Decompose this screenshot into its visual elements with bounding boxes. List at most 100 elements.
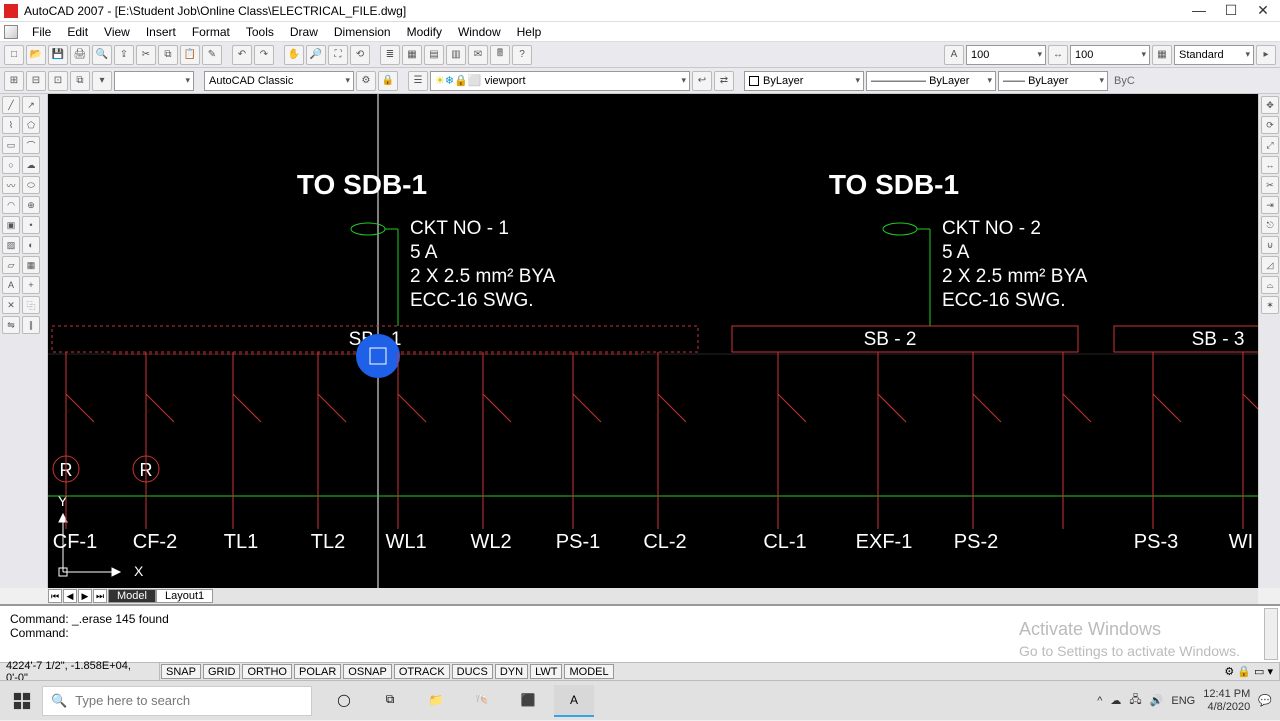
ws4-icon[interactable]: ⧉ xyxy=(70,71,90,91)
scale-icon[interactable]: ⤢ xyxy=(1261,136,1279,154)
tab-layout1[interactable]: Layout1 xyxy=(156,589,213,603)
trim-icon[interactable]: ✂ xyxy=(1261,176,1279,194)
menu-view[interactable]: View xyxy=(96,23,138,41)
publish-icon[interactable]: ⇪ xyxy=(114,45,134,65)
toggle-ortho[interactable]: ORTHO xyxy=(242,664,292,679)
dimstyle-combo[interactable]: Standard xyxy=(1174,45,1254,65)
toggle-polar[interactable]: POLAR xyxy=(294,664,341,679)
tab-first-icon[interactable]: ⏮ xyxy=(48,589,62,603)
tray-up-icon[interactable]: ^ xyxy=(1097,695,1102,707)
menu-insert[interactable]: Insert xyxy=(138,23,184,41)
toggle-model[interactable]: MODEL xyxy=(564,664,613,679)
menu-draw[interactable]: Draw xyxy=(282,23,326,41)
task-app1-icon[interactable]: 🐚 xyxy=(462,685,502,717)
ws-lock-icon[interactable]: 🔒 xyxy=(378,71,398,91)
undo-icon[interactable]: ↶ xyxy=(232,45,252,65)
line-icon[interactable]: ╱ xyxy=(2,96,20,114)
menu-edit[interactable]: Edit xyxy=(59,23,96,41)
menu-help[interactable]: Help xyxy=(509,23,550,41)
ws3-icon[interactable]: ⊡ xyxy=(48,71,68,91)
tab-next-icon[interactable]: ▶ xyxy=(78,589,92,603)
offset-icon[interactable]: ∥ xyxy=(22,316,40,334)
layer-combo[interactable]: ☀❄🔒⬜ viewport xyxy=(430,71,690,91)
sheetset-icon[interactable]: ▥ xyxy=(446,45,466,65)
ws-icon[interactable]: ⊞ xyxy=(4,71,24,91)
xline-icon[interactable]: ↗ xyxy=(22,96,40,114)
toggle-otrack[interactable]: OTRACK xyxy=(394,664,450,679)
system-tray[interactable]: ^ ☁ 🖧 🔊 ENG 12:41 PM 4/8/2020 💬 xyxy=(1097,688,1278,712)
arc-icon[interactable]: ⌒ xyxy=(22,136,40,154)
textstyle-icon[interactable]: A xyxy=(944,45,964,65)
markup-icon[interactable]: ✉ xyxy=(468,45,488,65)
gradient-icon[interactable]: ◐ xyxy=(22,236,40,254)
tray-clock[interactable]: 12:41 PM 4/8/2020 xyxy=(1203,688,1250,712)
toggle-lwt[interactable]: LWT xyxy=(530,664,562,679)
task-explorer-icon[interactable]: 📁 xyxy=(416,685,456,717)
redo-icon[interactable]: ↷ xyxy=(254,45,274,65)
ws5-icon[interactable]: ▾ xyxy=(92,71,112,91)
erase-icon[interactable]: ✕ xyxy=(2,296,20,314)
task-taskview-icon[interactable]: ⧉ xyxy=(370,685,410,717)
point-icon[interactable]: • xyxy=(22,216,40,234)
move-icon[interactable]: ✥ xyxy=(1261,96,1279,114)
mtext-icon[interactable]: A xyxy=(2,276,20,294)
table-icon2[interactable]: ▦ xyxy=(22,256,40,274)
polygon-icon[interactable]: ⬠ xyxy=(22,116,40,134)
menu-modify[interactable]: Modify xyxy=(399,23,450,41)
pan-icon[interactable]: ✋ xyxy=(284,45,304,65)
table-icon[interactable]: ▦ xyxy=(1152,45,1172,65)
region-icon[interactable]: ▱ xyxy=(2,256,20,274)
addsel-icon[interactable]: + xyxy=(22,276,40,294)
tab-model[interactable]: Model xyxy=(108,589,156,603)
cmd-scrollbar[interactable] xyxy=(1264,608,1278,660)
tray-lang-icon[interactable]: ENG xyxy=(1171,695,1195,707)
block-combo[interactable] xyxy=(114,71,194,91)
task-cortana-icon[interactable]: ◯ xyxy=(324,685,364,717)
properties-icon[interactable]: ≣ xyxy=(380,45,400,65)
workspace-combo[interactable]: AutoCAD Classic xyxy=(204,71,354,91)
mirror-icon[interactable]: ⇋ xyxy=(2,316,20,334)
toggle-osnap[interactable]: OSNAP xyxy=(343,664,392,679)
task-app2-icon[interactable]: ⬛ xyxy=(508,685,548,717)
maximize-button[interactable]: ☐ xyxy=(1224,2,1238,19)
close-button[interactable]: ✕ xyxy=(1256,2,1270,19)
more-icon[interactable]: ▸ xyxy=(1256,45,1276,65)
rotate-icon[interactable]: ⟳ xyxy=(1261,116,1279,134)
toggle-snap[interactable]: SNAP xyxy=(161,664,201,679)
ellipsearc-icon[interactable]: ◠ xyxy=(2,196,20,214)
menu-file[interactable]: File xyxy=(24,23,59,41)
taskbar-search[interactable]: 🔍 Type here to search xyxy=(42,686,312,716)
drawing-canvas[interactable]: TO SDB-1 TO SDB-1 CKT NO - 1 5 A 2 X 2.5… xyxy=(48,94,1258,588)
menu-format[interactable]: Format xyxy=(184,23,238,41)
layer-mgr-icon[interactable]: ☰ xyxy=(408,71,428,91)
designcenter-icon[interactable]: ▦ xyxy=(402,45,422,65)
revcloud-icon[interactable]: ☁ xyxy=(22,156,40,174)
start-button[interactable] xyxy=(2,681,42,721)
ws-settings-icon[interactable]: ⚙ xyxy=(356,71,376,91)
fillet-icon[interactable]: ⌓ xyxy=(1261,276,1279,294)
tab-prev-icon[interactable]: ◀ xyxy=(63,589,77,603)
command-window[interactable]: Command: _.erase 145 found Command: Acti… xyxy=(0,604,1280,662)
save-icon[interactable]: 💾 xyxy=(48,45,68,65)
color-combo[interactable]: ByLayer xyxy=(744,71,864,91)
toggle-ducs[interactable]: DUCS xyxy=(452,664,493,679)
plot-icon[interactable]: 🖨 xyxy=(70,45,90,65)
dim-icon[interactable]: ↔ xyxy=(1048,45,1068,65)
zoom-prev-icon[interactable]: ⟲ xyxy=(350,45,370,65)
zoom-win-icon[interactable]: ⛶ xyxy=(328,45,348,65)
tab-last-icon[interactable]: ⏭ xyxy=(93,589,107,603)
minimize-button[interactable]: — xyxy=(1192,2,1206,19)
lineweight-combo[interactable]: —— ByLayer xyxy=(998,71,1108,91)
help-icon[interactable]: ? xyxy=(512,45,532,65)
menu-dimension[interactable]: Dimension xyxy=(326,23,399,41)
copy-icon[interactable]: ⧉ xyxy=(158,45,178,65)
ws2-icon[interactable]: ⊟ xyxy=(26,71,46,91)
spline-icon[interactable]: 〰 xyxy=(2,176,20,194)
quickcalc-icon[interactable]: 🖩 xyxy=(490,45,510,65)
ellipse-icon[interactable]: ⬭ xyxy=(22,176,40,194)
layerstate-icon[interactable]: ⇄ xyxy=(714,71,734,91)
copy-cmd-icon[interactable]: ⿻ xyxy=(22,296,40,314)
explode-icon[interactable]: ✶ xyxy=(1261,296,1279,314)
block-icon[interactable]: ▣ xyxy=(2,216,20,234)
rectangle-icon[interactable]: ▭ xyxy=(2,136,20,154)
